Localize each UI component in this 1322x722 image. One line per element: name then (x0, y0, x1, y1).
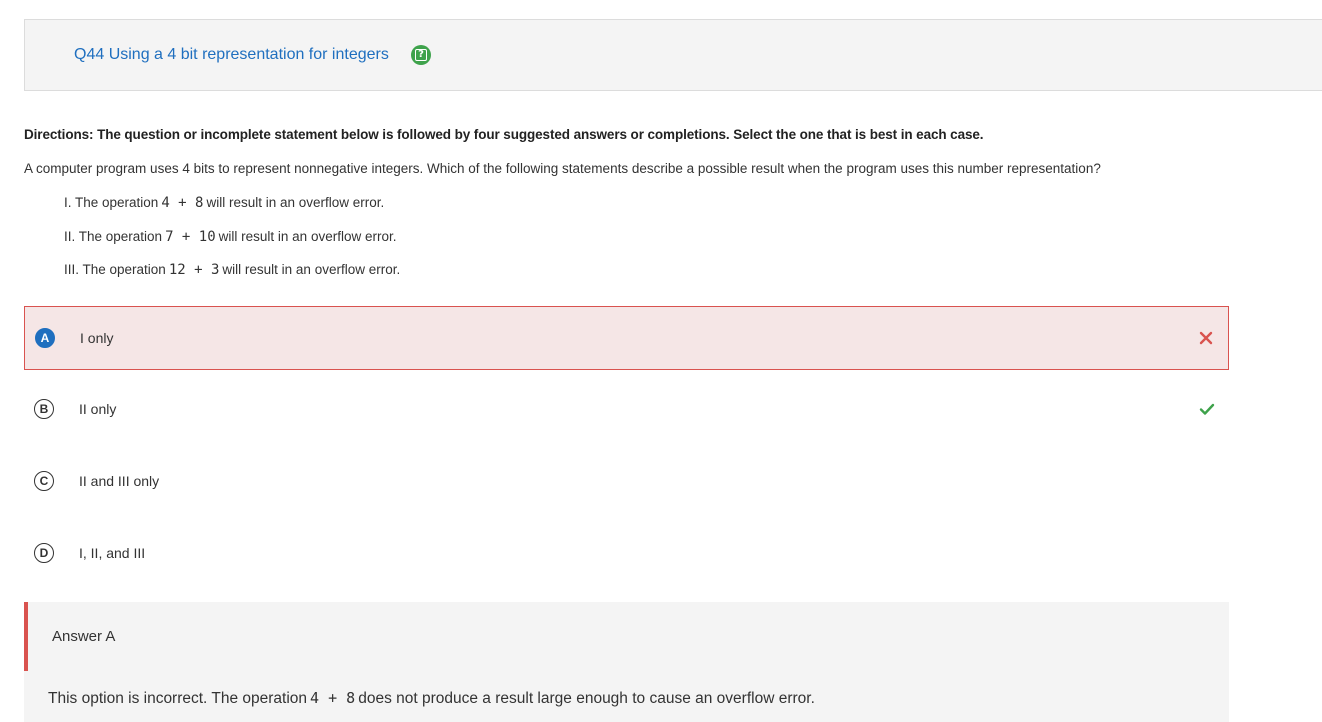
statement-code: 12 + 3 (168, 262, 220, 278)
explanation-suffix: does not produce a result large enough t… (358, 690, 815, 707)
option-letter-b[interactable]: B (34, 399, 54, 419)
statement-code: 7 + 10 (165, 229, 216, 245)
explanation-prefix: This option is incorrect. The operation (48, 690, 308, 707)
statement-suffix: will result in an overflow error. (206, 195, 385, 210)
option-text-c[interactable]: II and III only (79, 473, 159, 489)
option-text-a[interactable]: I only (80, 330, 113, 346)
answer-option-a[interactable]: A I only (24, 306, 1229, 370)
question-prompt: A computer program uses 4 bits to repres… (24, 161, 1101, 176)
question-header: Q44 Using a 4 bit representation for int… (24, 19, 1322, 91)
statement-suffix: will result in an overflow error. (218, 229, 397, 244)
option-letter-c[interactable]: C (34, 471, 54, 491)
answer-option-b[interactable]: B II only (24, 377, 1229, 441)
x-icon (1199, 331, 1213, 345)
check-icon (1199, 403, 1215, 415)
feedback-accent-bar (24, 602, 28, 671)
statement-prefix: III. The operation (64, 262, 166, 277)
option-text-b[interactable]: II only (79, 401, 116, 417)
help-icon[interactable]: ? (411, 45, 431, 65)
directions-text: Directions: The question or incomplete s… (24, 127, 984, 142)
answer-feedback: Answer A This option is incorrect. The o… (24, 602, 1229, 722)
question-title[interactable]: Q44 Using a 4 bit representation for int… (74, 46, 389, 64)
statement-2: II. The operation 7 + 10 will result in an… (64, 229, 396, 245)
statement-3: III. The operation 12 + 3 will result in a… (64, 262, 400, 278)
statement-1: I. The operation 4 + 8 will result in an o… (64, 195, 384, 211)
option-text-d[interactable]: I, II, and III (79, 545, 145, 561)
statement-prefix: I. The operation (64, 195, 159, 210)
statement-code: 4 + 8 (161, 195, 204, 211)
feedback-explanation: This option is incorrect. The operation 4… (48, 689, 815, 708)
answer-option-d[interactable]: D I, II, and III (24, 521, 1229, 585)
answer-option-c[interactable]: C II and III only (24, 449, 1229, 513)
statement-prefix: II. The operation (64, 229, 163, 244)
statement-suffix: will result in an overflow error. (222, 262, 401, 277)
explanation-code: 4 + 8 (310, 689, 356, 707)
feedback-title: Answer A (52, 628, 116, 645)
option-letter-d[interactable]: D (34, 543, 54, 563)
option-letter-a[interactable]: A (35, 328, 55, 348)
